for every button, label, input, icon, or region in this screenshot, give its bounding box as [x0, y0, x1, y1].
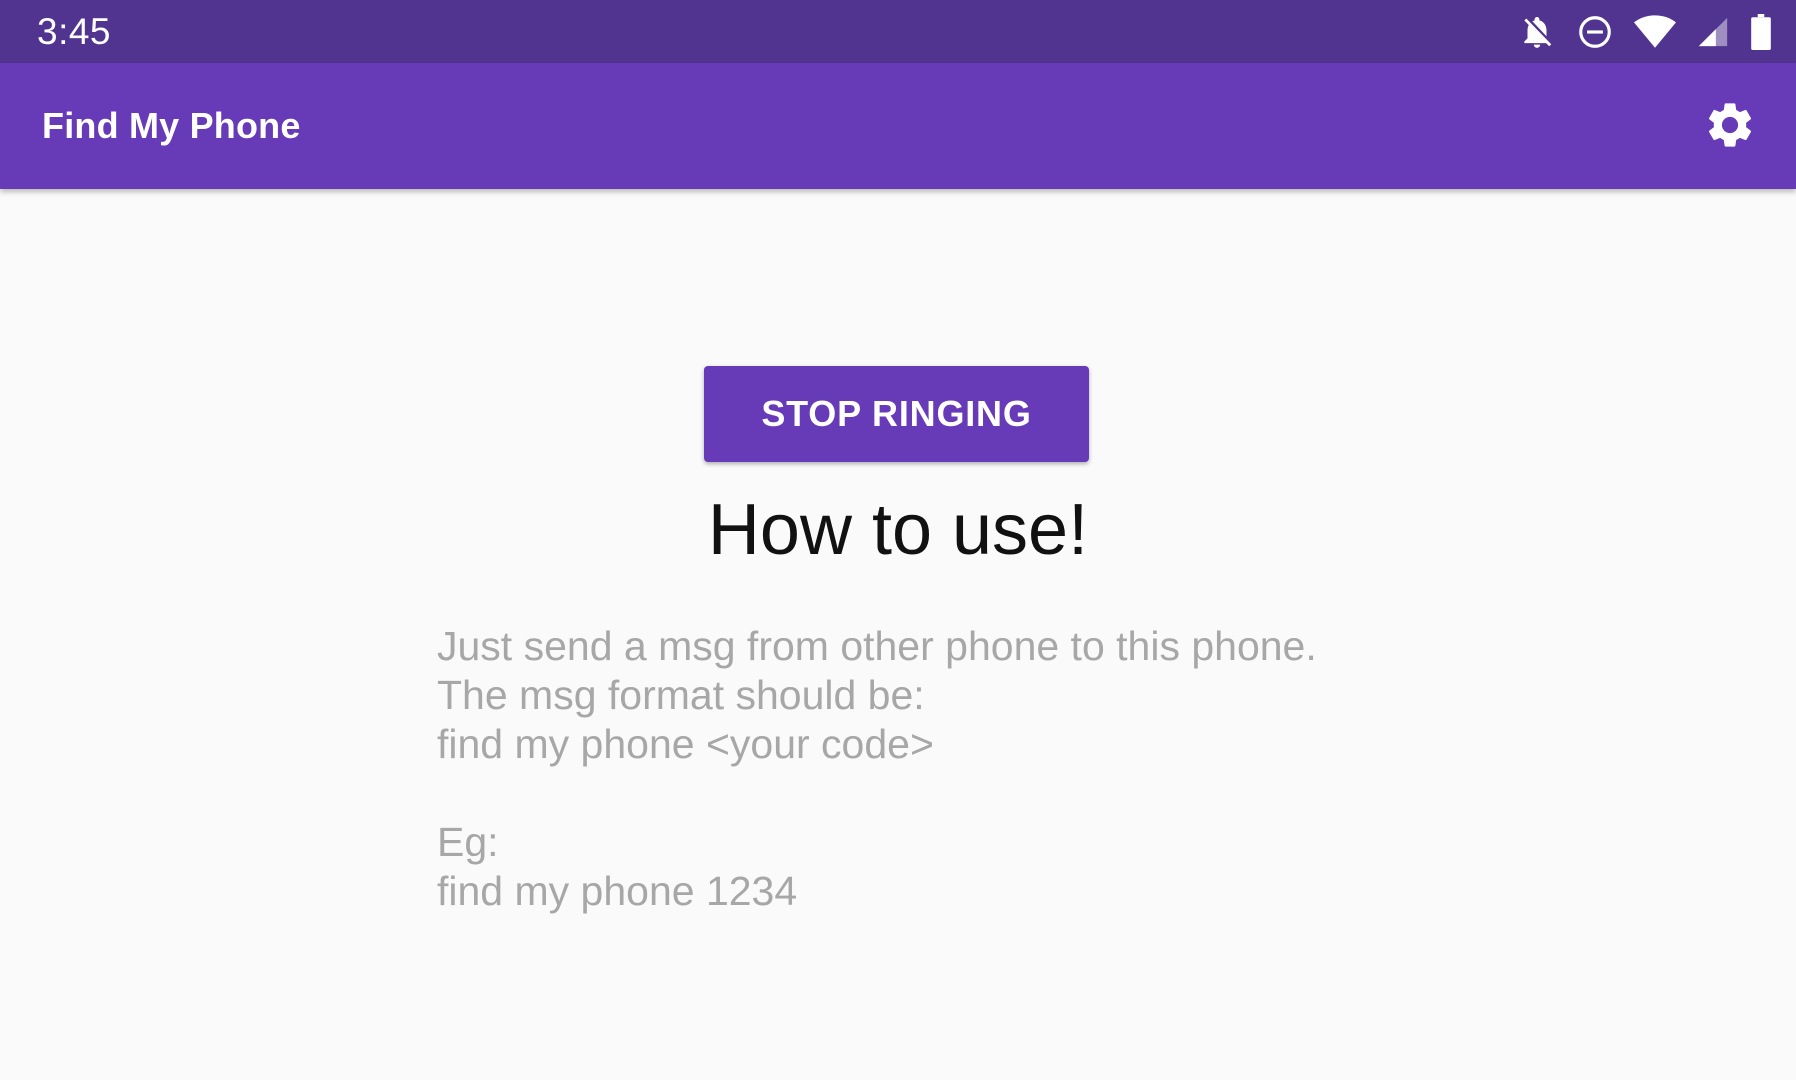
instruction-line: find my phone <your code> — [437, 721, 934, 767]
wifi-icon — [1634, 14, 1676, 50]
app-title: Find My Phone — [42, 105, 301, 146]
app-screen: 3:45 Find My Phone STOP RINGING How to u… — [0, 0, 1796, 1080]
instruction-line: find my phone 1234 — [437, 868, 798, 914]
settings-button[interactable] — [1690, 91, 1770, 163]
status-bar: 3:45 — [0, 0, 1796, 63]
status-time: 3:45 — [37, 11, 112, 52]
how-to-use-heading: How to use! — [707, 490, 1089, 570]
instruction-line: The msg format should be: — [437, 672, 925, 718]
app-bar: Find My Phone — [0, 63, 1796, 189]
cell-signal-icon — [1696, 15, 1730, 49]
instruction-line — [437, 769, 1437, 818]
instruction-line: Just send a msg from other phone to this… — [437, 623, 1317, 669]
gear-icon — [1703, 98, 1757, 157]
do-not-disturb-icon — [1576, 13, 1614, 51]
instruction-line: Eg: — [437, 819, 499, 865]
battery-icon — [1750, 14, 1772, 50]
notifications-off-icon — [1518, 13, 1556, 51]
status-icons — [1518, 12, 1772, 52]
stop-ringing-button[interactable]: STOP RINGING — [704, 366, 1089, 462]
instructions-text: Just send a msg from other phone to this… — [437, 622, 1437, 916]
